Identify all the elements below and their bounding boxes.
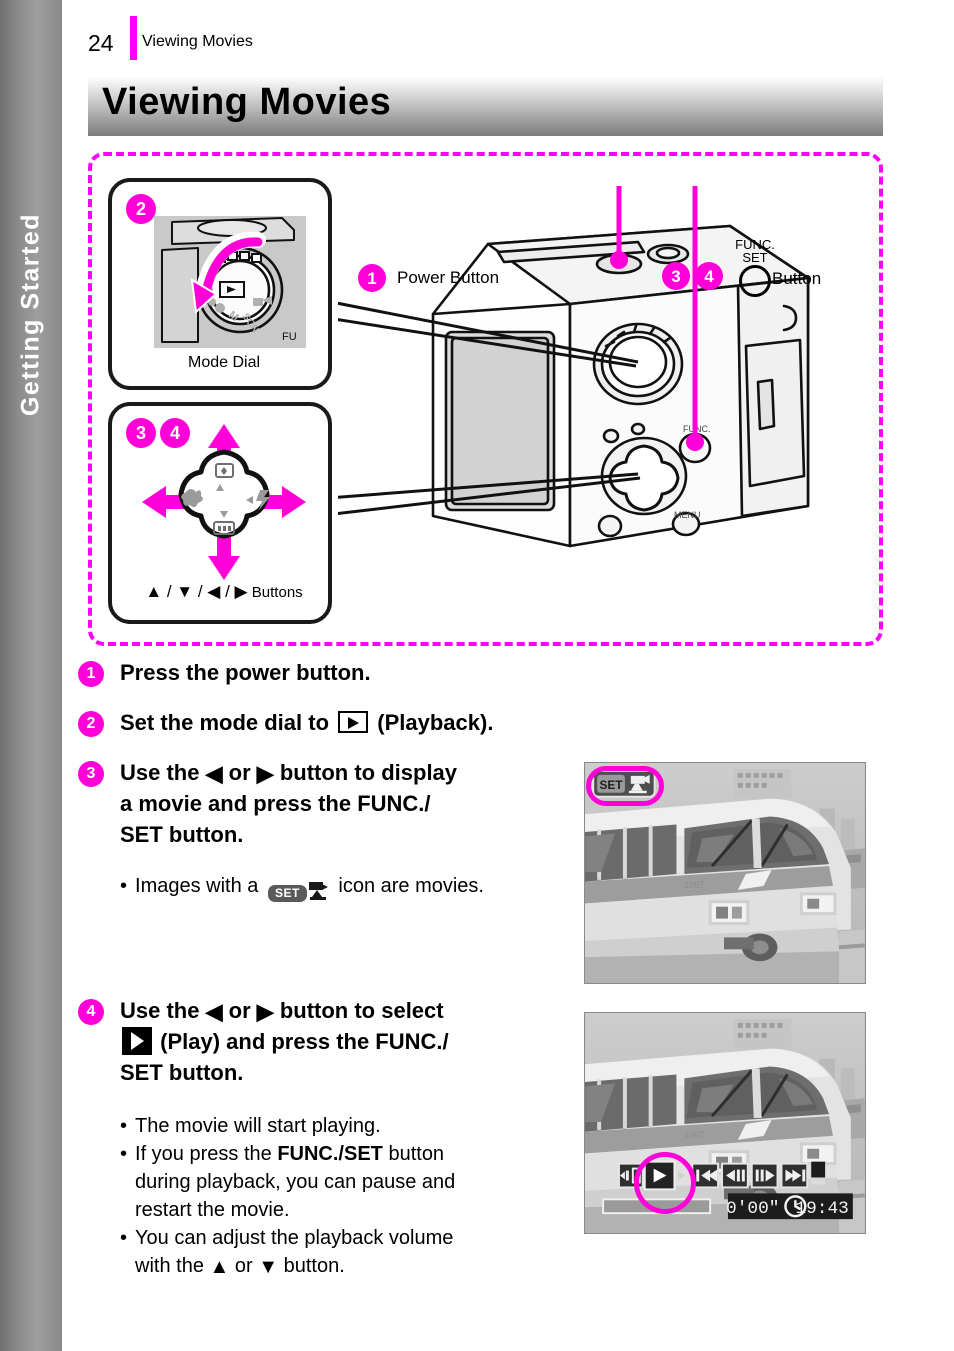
playback-mode-icon — [338, 711, 369, 733]
photo-movie-playback: 1067 0'00" 19:43 — [584, 1012, 866, 1234]
svg-text:0'00": 0'00" — [726, 1199, 780, 1219]
movie-camera-icon — [308, 882, 329, 900]
step-4-note-3-text: You can adjust the playback volume with … — [135, 1224, 453, 1281]
step-3-line1-c: button to display — [279, 760, 458, 785]
right-arrow-icon: ▶ — [256, 761, 274, 786]
step-4-line3: SET button. — [120, 1059, 244, 1085]
camera-illustration: MENU FUNC. — [95, 164, 878, 626]
direction-pad-caption: ▲ / ▼ / ◀ / ▶ Buttons — [112, 582, 336, 602]
up-arrow-icon: ▲ — [209, 1256, 230, 1278]
step-3-note-1-before: Images with a — [135, 875, 259, 897]
step-4-note-2-line2: during playback, you can pause and — [135, 1171, 456, 1193]
step-2-text-before: Set the mode dial to — [120, 710, 330, 735]
left-arrow-icon: ◀ — [205, 999, 223, 1024]
step-4-note-3-line2-a: with the — [135, 1255, 204, 1277]
step-1-badge: 1 — [78, 661, 104, 687]
step-3-note-1-after: icon are movies. — [338, 875, 484, 897]
badge-step-2: 2 — [126, 194, 156, 224]
step-4-note-2: • If you press the FUNC./SET button duri… — [120, 1140, 590, 1224]
svg-text:FU: FU — [282, 331, 297, 343]
diagram-area: MENU FUNC. 2 M SCN FU Mode Dial 3 4 ▲ / … — [88, 152, 883, 646]
svg-text:MENU: MENU — [674, 510, 701, 520]
step-4-note-3-line2-b: or — [234, 1255, 253, 1277]
step-4-line2: (Play) and press the FUNC./ — [160, 1029, 449, 1055]
left-arrow-icon: ◀ — [205, 761, 223, 786]
circle-button-icon — [739, 265, 771, 297]
badge-power-button: 1 — [358, 264, 386, 292]
step-3-line1-a: Use the — [120, 760, 200, 785]
step-3-text: Use the ◀ or ▶ button to display a movie… — [120, 758, 457, 850]
page-number: 24 — [88, 30, 114, 56]
step-3-line3: SET button. — [120, 821, 244, 847]
mode-dial-illustration: M SCN FU — [154, 216, 306, 348]
title-banner: Viewing Movies — [88, 76, 883, 136]
page-header: 24 Viewing Movies — [62, 0, 954, 70]
step-4-text: Use the ◀ or ▶ button to select (Play) a… — [120, 996, 449, 1088]
set-movie-icon: SET — [267, 877, 329, 905]
header-rule — [130, 16, 137, 60]
direction-pad-illustration — [140, 422, 308, 582]
photo-movie-thumbnail: 1067 SET — [584, 762, 866, 984]
step-4-note-1: • The movie will start playing. — [120, 1112, 590, 1140]
step-4-note-2-after: button — [388, 1143, 445, 1165]
dpad-caption-triangles: ▲ / ▼ / ◀ / ▶ — [145, 582, 248, 601]
step-3-line1-b: or — [228, 760, 251, 785]
step-4-line1-a: Use the — [120, 998, 200, 1023]
step-1-text: Press the power button. — [120, 660, 371, 685]
step-3-line2: a movie and press the FUNC./ — [120, 791, 431, 817]
bullet-dot: • — [120, 1143, 128, 1165]
chapter-tab-label: Getting Started — [16, 212, 45, 417]
step-4-note-2-before: If you press the — [135, 1143, 272, 1165]
badge-funcset-3: 3 — [662, 262, 690, 290]
play-solid-icon — [122, 1027, 152, 1056]
bullet-dot: • — [120, 875, 128, 897]
funcset-button-label: Button — [772, 269, 822, 288]
step-4-note-2-line3: restart the movie. — [135, 1199, 290, 1221]
step-3-note-1: • Images with a SET icon are movies. — [120, 872, 590, 905]
step-4-note-3: • You can adjust the playback volume wit… — [120, 1224, 590, 1281]
step-3-badge: 3 — [78, 761, 104, 787]
bullet-dot: • — [120, 1115, 128, 1137]
step-3-notes: • Images with a SET icon are movies. — [120, 872, 590, 905]
step-4-notes: • The movie will start playing. • If you… — [120, 1112, 590, 1281]
step-4-badge: 4 — [78, 999, 104, 1025]
chapter-tab: Getting Started — [0, 0, 62, 1351]
svg-text:1067: 1067 — [684, 1130, 704, 1140]
set-badge-label: SET — [267, 885, 307, 902]
step-4-line1-b: or — [228, 998, 251, 1023]
step-4-note-3-line1: You can adjust the playback volume — [135, 1227, 454, 1249]
step-2-text: Set the mode dial to (Playback). — [120, 708, 493, 738]
callout-mode-dial: 2 M SCN FU Mode Dial — [108, 178, 332, 390]
funcset-icon-line2: SET — [742, 250, 768, 265]
right-arrow-icon: ▶ — [256, 999, 274, 1024]
step-4-line1-c: button to select — [279, 998, 444, 1023]
down-arrow-icon: ▼ — [258, 1256, 279, 1278]
step-4-note-1-text: The movie will start playing. — [135, 1115, 381, 1137]
callout-direction-pad: 3 4 ▲ / ▼ / ◀ / ▶ Buttons — [108, 402, 332, 624]
step-2-text-after: (Playback). — [377, 710, 494, 735]
page-title: Viewing Movies — [102, 81, 392, 123]
step-4-note-2-text: If you press the FUNC./SET button during… — [135, 1140, 455, 1224]
svg-text:SET: SET — [599, 778, 623, 792]
step-4-note-3-line2-c: button. — [283, 1255, 345, 1277]
step-2-badge: 2 — [78, 711, 104, 737]
svg-text:1067: 1067 — [684, 880, 704, 890]
bullet-dot: • — [120, 1227, 128, 1249]
svg-text:19:43: 19:43 — [795, 1199, 849, 1219]
power-button-label: Power Button — [397, 268, 500, 287]
breadcrumb: Viewing Movies — [142, 33, 253, 50]
step-3-note-1-text: Images with a SET icon are movies. — [135, 872, 484, 905]
badge-funcset-4: 4 — [695, 262, 723, 290]
dpad-caption-label: Buttons — [251, 584, 303, 601]
mode-dial-caption: Mode Dial — [187, 354, 261, 371]
step-4-note-2-bold: FUNC./SET — [277, 1143, 383, 1165]
